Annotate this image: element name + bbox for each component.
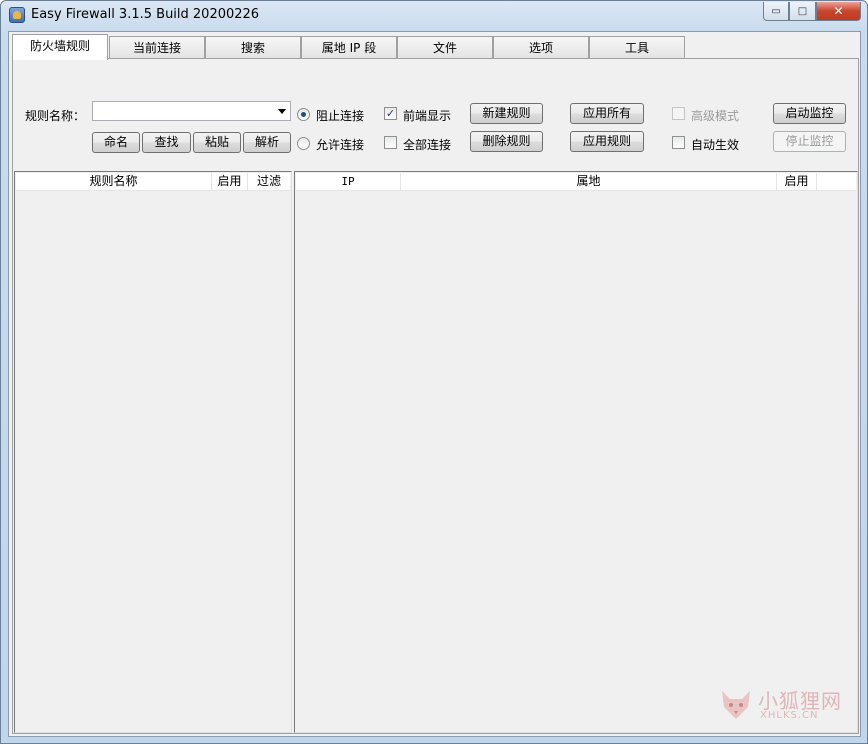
- maximize-button[interactable]: □: [789, 2, 816, 21]
- chevron-down-icon[interactable]: [278, 109, 286, 114]
- column-header-ip[interactable]: IP: [296, 173, 401, 191]
- minimize-button[interactable]: ▭: [763, 2, 789, 21]
- rules-list-header: 规则名称 启用 过滤: [16, 173, 290, 191]
- auto-apply-checkbox[interactable]: [672, 136, 685, 149]
- tab-tools[interactable]: 工具: [589, 36, 685, 59]
- advanced-mode-label: 高级模式: [691, 109, 740, 123]
- minimize-icon: ▭: [771, 5, 781, 17]
- find-button[interactable]: 查找: [142, 132, 191, 153]
- close-button[interactable]: ✕: [816, 2, 861, 21]
- column-header-rule-name[interactable]: 规则名称: [16, 173, 212, 191]
- rule-name-label: 规则名称：: [25, 109, 86, 123]
- rules-list[interactable]: 规则名称 启用 过滤: [14, 171, 292, 733]
- column-header-enabled[interactable]: 启用: [212, 173, 248, 191]
- rule-name-combo[interactable]: [92, 101, 291, 121]
- new-rule-button[interactable]: 新建规则: [470, 103, 543, 124]
- start-monitor-button[interactable]: 启动监控: [773, 103, 846, 124]
- tab-region-ip[interactable]: 属地 IP 段: [301, 36, 397, 59]
- block-connection-label: 阻止连接: [316, 109, 365, 123]
- all-connections-label: 全部连接: [403, 138, 452, 152]
- auto-apply-label: 自动生效: [691, 138, 740, 152]
- tab-search[interactable]: 搜索: [205, 36, 301, 59]
- tab-options[interactable]: 选项: [493, 36, 589, 59]
- tab-firewall-rules[interactable]: 防火墙规则: [12, 34, 108, 60]
- delete-rule-button[interactable]: 删除规则: [470, 131, 543, 152]
- all-connections-checkbox[interactable]: [384, 136, 397, 149]
- foreground-label: 前端显示: [403, 109, 452, 123]
- caption-buttons: ▭ □ ✕: [763, 2, 861, 21]
- check-mark-icon: ✓: [385, 107, 396, 120]
- column-header-ip-enabled[interactable]: 启用: [777, 173, 817, 191]
- allow-connection-label: 允许连接: [316, 138, 365, 152]
- rename-button[interactable]: 命名: [92, 132, 140, 153]
- parse-button[interactable]: 解析: [243, 132, 291, 153]
- app-window: Easy Firewall 3.1.5 Build 20200226 ▭ □ ✕…: [0, 0, 868, 744]
- stop-monitor-button[interactable]: 停止监控: [773, 131, 846, 152]
- paste-button[interactable]: 粘贴: [193, 132, 241, 153]
- site-watermark: 小狐狸网 XHLKS.CN: [718, 683, 848, 729]
- firewall-app-icon: [9, 7, 25, 23]
- watermark-url: XHLKS.CN: [760, 710, 819, 721]
- allow-connection-radio[interactable]: [297, 137, 310, 150]
- ip-list[interactable]: IP 属地 启用: [294, 171, 858, 733]
- foreground-checkbox[interactable]: ✓: [384, 107, 397, 120]
- window-title: Easy Firewall 3.1.5 Build 20200226: [31, 7, 260, 22]
- maximize-icon: □: [797, 5, 808, 17]
- apply-rule-button[interactable]: 应用规则: [570, 131, 644, 152]
- tab-file[interactable]: 文件: [397, 36, 493, 59]
- ip-list-header: IP 属地 启用: [296, 173, 856, 191]
- column-header-region[interactable]: 属地: [401, 173, 777, 191]
- close-icon: ✕: [833, 4, 844, 18]
- firewall-rules-panel: 规则名称： 阻止连接 ✓ 前端显示 新建规则 应用所有 高级模式 启动监控 命名…: [12, 58, 859, 734]
- fox-logo-icon: [722, 691, 750, 719]
- block-connection-radio[interactable]: [297, 108, 310, 121]
- column-header-filter[interactable]: 过滤: [248, 173, 290, 191]
- client-area: 防火墙规则 当前连接 搜索 属地 IP 段 文件 选项 工具 规则名称： 阻止连…: [8, 31, 861, 737]
- tab-current-connections[interactable]: 当前连接: [109, 36, 205, 59]
- title-bar[interactable]: Easy Firewall 3.1.5 Build 20200226 ▭ □ ✕: [1, 1, 867, 31]
- advanced-mode-checkbox[interactable]: [672, 107, 685, 120]
- apply-all-button[interactable]: 应用所有: [570, 103, 644, 124]
